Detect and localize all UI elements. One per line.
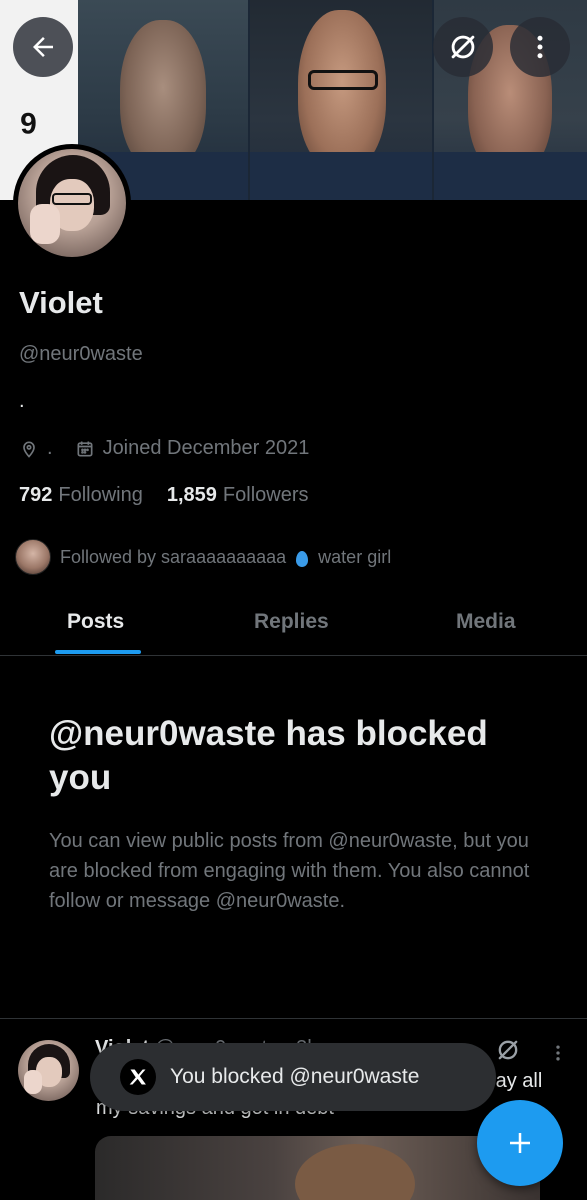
following-link[interactable]: 792 Following [19, 484, 143, 507]
profile-tabs: Posts Replies Media [0, 598, 587, 656]
avatar-glasses [52, 193, 92, 205]
blocked-body: You can view public posts from @neur0was… [49, 830, 530, 912]
banner-glasses [308, 70, 378, 90]
tab-active-indicator [55, 650, 141, 654]
location-pin-icon [23, 441, 35, 458]
blocked-toast: You blocked @neur0waste [90, 1043, 496, 1111]
followers-count: 1,859 [166, 484, 217, 506]
calendar-icon [77, 441, 93, 456]
banner-suit-3 [434, 152, 587, 200]
followed-by[interactable]: Followed by saraaaaaaaaaa water girl [15, 539, 391, 575]
plus-icon [510, 1133, 530, 1153]
more-options-button[interactable] [510, 17, 570, 77]
more-vertical-icon [537, 35, 543, 59]
water-drop-icon [296, 551, 309, 567]
post-media-figure [295, 1144, 415, 1200]
profile-meta: . Joined December 2021 [19, 437, 309, 460]
profile-name: Violet [19, 285, 103, 320]
post-avatar[interactable] [18, 1040, 79, 1101]
banner-suit-2 [250, 152, 432, 200]
followers-link[interactable]: 1,859 Followers [167, 484, 309, 507]
tab-replies[interactable]: Replies [254, 610, 329, 634]
followed-by-avatar [15, 539, 51, 575]
following-label: Following [58, 484, 143, 506]
post-grok-button[interactable] [494, 1036, 522, 1069]
profile-avatar[interactable] [13, 144, 131, 262]
tab-posts[interactable]: Posts [67, 610, 124, 634]
divider [0, 1018, 587, 1019]
profile-joined: Joined December 2021 [102, 437, 310, 459]
grok-icon [451, 35, 475, 59]
post-more-button[interactable] [548, 1040, 568, 1071]
grok-icon [498, 1040, 518, 1060]
followed-by-prefix: Followed by saraaaaaaaaaa [60, 546, 287, 567]
more-vertical-icon [556, 1045, 560, 1061]
post-avatar-hand [24, 1070, 42, 1094]
banner-panel-2 [250, 0, 432, 200]
following-count: 792 [19, 484, 53, 506]
grok-button[interactable] [433, 17, 493, 77]
followers-label: Followers [222, 484, 309, 506]
banner-paper-number: 6 [20, 106, 37, 139]
profile-bio: . [19, 390, 25, 412]
followed-by-suffix: water girl [318, 546, 392, 567]
profile-avatar-image [18, 149, 126, 257]
profile-handle: @neur0waste [19, 343, 143, 365]
avatar-hand [30, 204, 60, 244]
blocked-title: @neur0waste has blocked you [49, 714, 488, 797]
back-button[interactable] [13, 17, 73, 77]
tab-media[interactable]: Media [456, 610, 516, 634]
profile-stats: 792 Following 1,859 Followers [19, 484, 309, 507]
x-logo-icon [120, 1059, 156, 1095]
post-media-image[interactable] [95, 1136, 540, 1200]
banner-face-2 [298, 10, 386, 170]
arrow-left-icon [33, 37, 53, 57]
compose-button[interactable] [477, 1100, 563, 1186]
profile-location: . [47, 437, 53, 459]
toast-text: You blocked @neur0waste [170, 1065, 420, 1088]
banner-face-1 [120, 20, 206, 170]
